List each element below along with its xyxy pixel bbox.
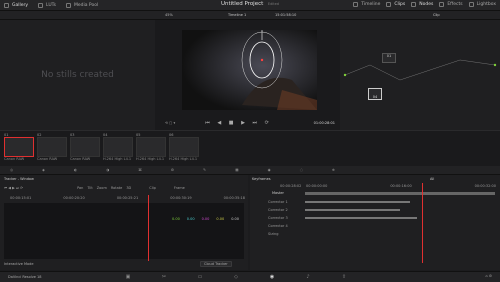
- zoom-level[interactable]: 45%: [165, 13, 173, 17]
- keyframe-row[interactable]: Corrector 1: [254, 200, 288, 204]
- tab-gallery[interactable]: Gallery: [12, 3, 28, 8]
- project-title: Untitled Project: [220, 1, 264, 7]
- viewer-toolbar: 45% Timeline 1 15:01:58:10 Clip: [0, 11, 500, 20]
- clips-list: 01 Canon RAW 02 Canon RAW 03 Canon RAW 0…: [4, 133, 202, 161]
- clip-item[interactable]: 06 H.264 High L4.1: [169, 133, 199, 161]
- tracker-check-rotate[interactable]: Rotate: [111, 186, 122, 190]
- home-icon[interactable]: ⌂ ⚙: [486, 274, 492, 278]
- keyframe-span[interactable]: [305, 209, 400, 211]
- tab-nodes[interactable]: Nodes: [419, 2, 433, 7]
- keyframes-master: Master: [272, 191, 284, 195]
- timecode-top: 15:01:58:10: [275, 13, 297, 17]
- nodes-icon: [411, 2, 417, 7]
- keyframe-span[interactable]: [305, 217, 417, 219]
- clip-thumbnail: [70, 137, 100, 157]
- cloud-tracker-button[interactable]: Cloud Tracker: [200, 261, 232, 267]
- keyframe-row[interactable]: Corrector 2: [254, 208, 288, 212]
- clip-item[interactable]: 05 H.264 High L4.1: [136, 133, 166, 161]
- keyframes-title: Keyframes: [252, 177, 271, 181]
- viewer-timecode: 01:00:28:01: [313, 121, 335, 125]
- clip-item[interactable]: 02 Canon RAW: [37, 133, 67, 161]
- timeline-selector[interactable]: Timeline 1: [228, 13, 246, 17]
- clip-item[interactable]: 04 H.264 High L4.1: [103, 133, 133, 161]
- clip-item[interactable]: 01 Canon RAW: [4, 133, 34, 161]
- keyframe-row[interactable]: Corrector 4: [254, 224, 288, 228]
- viewer-image[interactable]: [182, 30, 317, 110]
- top-toolbar: Gallery LUTs Media Pool Untitled Project…: [0, 0, 500, 11]
- clip-thumbnail: [37, 137, 67, 157]
- clip-thumbnail: [103, 137, 133, 157]
- palette-toolbar: ◎ ◈ ◐ ◑ ⌘ ⚙ ✎ ▦ ◉ ◌ ⊕: [0, 166, 500, 175]
- clips-icon: [386, 2, 392, 7]
- tracker-panel: Tracker - Window ⏮ ◀ ▶ ⏭ ⟳ Pan Tilt Zoom…: [0, 175, 248, 270]
- page-bar: DaVinci Resolve 18 ▣ ✂ ▭ ◇ ◉ ♪ ⇪ ⌂ ⚙: [0, 271, 500, 282]
- timeline-icon: [353, 2, 359, 7]
- master-track[interactable]: [305, 192, 495, 195]
- page-fusion-button[interactable]: ◇: [228, 274, 244, 280]
- keyframes-panel: Keyframes All 00:00:28:02 00:00:00:00 00…: [250, 175, 500, 270]
- palette-icons[interactable]: ◎ ◈ ◐ ◑ ⌘ ⚙ ✎ ▦ ◉ ◌ ⊕: [10, 168, 349, 172]
- clip-menu[interactable]: Clip: [433, 13, 440, 17]
- tracker-graph[interactable]: [4, 203, 244, 259]
- tracker-check-tilt[interactable]: Tilt: [87, 186, 92, 190]
- clip-item[interactable]: 03 Canon RAW: [70, 133, 100, 161]
- node-04[interactable]: 04: [368, 88, 382, 100]
- tracker-transport[interactable]: ⏮ ◀ ▶ ⏭ ⟳: [4, 186, 23, 190]
- tracker-controls: ⏮ ◀ ▶ ⏭ ⟳ Pan Tilt Zoom Rotate 3D Clip F…: [4, 186, 185, 190]
- transport-controls: ⟲ ▢ ▾ ⏮ ◀ ■ ▶ ⏭ ⟳ 01:00:28:01: [165, 120, 335, 126]
- tracker-mode-frame[interactable]: Frame: [174, 186, 185, 190]
- viewer-panel: ⟲ ▢ ▾ ⏮ ◀ ■ ▶ ⏭ ⟳ 01:00:28:01: [155, 20, 340, 130]
- tab-luts[interactable]: LUTs: [46, 3, 56, 8]
- transport-buttons[interactable]: ⏮ ◀ ■ ▶ ⏭ ⟳: [205, 120, 272, 126]
- tracker-playhead[interactable]: [148, 195, 149, 261]
- tab-timeline[interactable]: Timeline: [361, 2, 380, 7]
- tracker-check-3d[interactable]: 3D: [126, 186, 131, 190]
- tracker-title: Tracker - Window: [4, 177, 34, 181]
- app-name: DaVinci Resolve 18: [8, 275, 42, 279]
- clip-thumbnail: [4, 137, 34, 157]
- page-edit-button[interactable]: ▭: [192, 274, 208, 280]
- keyframes-filter[interactable]: All: [430, 177, 434, 181]
- tab-lightbox[interactable]: Lightbox: [477, 2, 496, 7]
- keyframes-timecode: 00:00:28:02: [280, 184, 302, 188]
- tab-media-pool[interactable]: Media Pool: [74, 3, 98, 8]
- tracker-values: 0.00 0.00 0.00 0.00 0.00: [172, 217, 239, 221]
- page-deliver-button[interactable]: ⇪: [336, 274, 352, 280]
- tracker-ruler: 00:00:15:01 00:00:20:20 00:00:25:21 00:0…: [10, 196, 245, 200]
- project-status: Edited: [267, 2, 280, 6]
- gallery-icon: [4, 2, 9, 8]
- keyframe-span[interactable]: [305, 201, 410, 203]
- effects-icon: [439, 2, 445, 7]
- page-color-button[interactable]: ◉: [264, 274, 280, 280]
- page-fairlight-button[interactable]: ♪: [300, 274, 316, 280]
- keyframe-row[interactable]: Corrector 3: [254, 216, 288, 220]
- clip-thumbnail: [136, 137, 166, 157]
- interactive-mode-toggle[interactable]: Interactive Mode: [4, 262, 34, 266]
- gallery-panel: No stills created: [0, 20, 155, 130]
- tab-effects[interactable]: Effects: [447, 2, 462, 7]
- page-navigation: ▣ ✂ ▭ ◇ ◉ ♪ ⇪: [120, 274, 352, 280]
- page-cut-button[interactable]: ✂: [156, 274, 172, 280]
- keyframe-row[interactable]: Sizing: [254, 232, 278, 236]
- transport-icons-left[interactable]: ⟲ ▢ ▾: [165, 121, 175, 125]
- keyframes-playhead[interactable]: [422, 183, 423, 263]
- page-media-button[interactable]: ▣: [120, 274, 136, 280]
- clip-thumbnail: [169, 137, 199, 157]
- node-editor: 01 04: [340, 20, 500, 130]
- luts-icon: [38, 2, 44, 8]
- clips-strip: 01 Canon RAW 02 Canon RAW 03 Canon RAW 0…: [0, 130, 500, 166]
- node-01[interactable]: 01: [382, 53, 396, 63]
- tracker-check-pan[interactable]: Pan: [77, 186, 83, 190]
- tab-clips[interactable]: Clips: [394, 2, 405, 7]
- keyframes-ruler: 00:00:00:00 00:00:16:00 00:00:32:00: [306, 184, 496, 188]
- gallery-empty-text: No stills created: [41, 70, 114, 80]
- viewer-frame: [182, 30, 317, 110]
- node-graph: [343, 59, 497, 81]
- lightbox-icon: [468, 2, 474, 7]
- media-pool-icon: [65, 2, 71, 8]
- tracker-mode-clip[interactable]: Clip: [149, 186, 156, 190]
- tracker-check-zoom[interactable]: Zoom: [97, 186, 107, 190]
